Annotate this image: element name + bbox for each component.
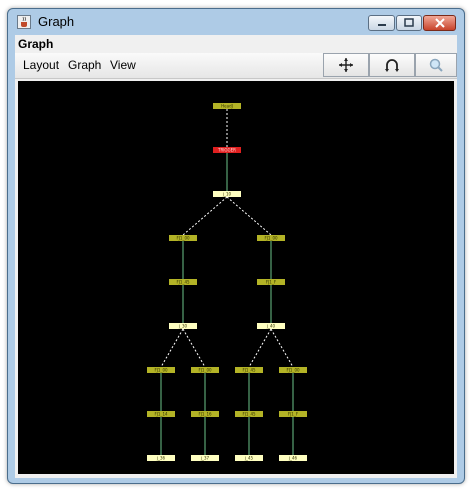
graph-node[interactable]: j_40	[257, 323, 285, 329]
graph-node[interactable]: FJ1_F	[257, 279, 285, 285]
close-button[interactable]	[423, 15, 456, 31]
menu-graph[interactable]: Graph	[68, 58, 101, 72]
graph-node-label: FJ1_F	[288, 412, 299, 417]
minimize-icon	[377, 24, 386, 26]
graph-svg: HeadJTRIGGERj_10FJ1_00 FJ1_00FJ1_45 FJ1_Fj…	[147, 103, 307, 461]
graph-node-label: FJ1_45	[176, 280, 190, 285]
minimize-button[interactable]	[368, 15, 395, 31]
graph-edge	[160, 328, 184, 368]
graph-node[interactable]: j_36	[147, 455, 175, 461]
menu-layout[interactable]: Layout	[23, 58, 59, 72]
graph-node-label: j_45	[244, 456, 254, 461]
graph-node-label: FJ1_16	[198, 412, 212, 417]
graph-node[interactable]: j_37	[191, 455, 219, 461]
graph-node-label: j_30	[178, 324, 188, 329]
graph-node-label: FJ1_00	[286, 368, 300, 373]
move-arrows-icon	[339, 58, 353, 72]
graph-edge	[226, 196, 272, 236]
menu-bar: Layout Graph View	[15, 53, 457, 79]
window-title: Graph	[38, 14, 75, 29]
graph-node-label: j_40	[266, 324, 276, 329]
java-cup-icon	[17, 15, 31, 29]
graph-node[interactable]: TRIGGER	[213, 147, 241, 153]
frame-label: Graph	[18, 37, 54, 51]
graph-node[interactable]: FJ1_14	[147, 411, 175, 417]
graph-node[interactable]: FJ1_00	[279, 367, 307, 373]
graph-node-label: HeadJ	[221, 104, 233, 109]
graph-node[interactable]: j_45	[235, 455, 263, 461]
graph-edge	[182, 196, 228, 236]
graph-edge	[270, 328, 294, 368]
graph-edge	[182, 328, 206, 368]
rotate-mode-button[interactable]	[369, 53, 415, 77]
close-icon	[434, 18, 445, 28]
zoom-mode-button[interactable]	[415, 53, 457, 77]
graph-edge	[248, 328, 272, 368]
graph-node-label: FJ1_00	[154, 368, 168, 373]
graph-node-label: FJ1_14	[154, 412, 168, 417]
graph-node[interactable]: j_10	[213, 191, 241, 197]
graph-node-label: FJ1_F	[266, 280, 277, 285]
zoom-icon	[429, 58, 443, 72]
window-client-area: Graph Layout Graph View HeadJ TRIGGER j_…	[15, 35, 457, 478]
graph-node-label: FJ1_00	[264, 236, 278, 241]
menu-view[interactable]: View	[110, 58, 136, 72]
graph-window: Graph Graph Layout Graph View HeadJ TRIG…	[7, 8, 465, 484]
rotate-icon	[385, 59, 399, 72]
graph-node-label: j_46	[288, 456, 298, 461]
graph-node[interactable]: FJ1_45	[169, 279, 197, 285]
graph-node-label: FJ1_00	[176, 236, 190, 241]
graph-node-label: j_36	[156, 456, 166, 461]
graph-node[interactable]: FJ1_00	[191, 367, 219, 373]
move-mode-button[interactable]	[323, 53, 369, 77]
graph-canvas[interactable]: HeadJ TRIGGER j_10 FJ1_00 FJ1_00 FJ1_45 FJ1_F j…	[18, 81, 454, 474]
graph-node[interactable]: FJ1_45	[235, 367, 263, 373]
graph-node[interactable]: j_46	[279, 455, 307, 461]
graph-node[interactable]: j_30	[169, 323, 197, 329]
title-bar[interactable]: Graph	[8, 9, 464, 35]
graph-node-label: j_37	[200, 456, 210, 461]
graph-node[interactable]: FJ1_16	[191, 411, 219, 417]
graph-node[interactable]: FJ1_00	[147, 367, 175, 373]
graph-node-label: FJ1_45	[242, 368, 256, 373]
graph-node[interactable]: FJ1_00	[169, 235, 197, 241]
graph-node-label: FJ1_45	[242, 412, 256, 417]
graph-node-label: j_10	[222, 192, 232, 197]
graph-node[interactable]: FJ1_F	[279, 411, 307, 417]
graph-node[interactable]: HeadJ	[213, 103, 241, 109]
graph-node[interactable]: FJ1_45	[235, 411, 263, 417]
maximize-icon	[404, 18, 414, 27]
graph-node-label: TRIGGER	[217, 148, 236, 153]
maximize-button[interactable]	[396, 15, 422, 31]
graph-node[interactable]: FJ1_00	[257, 235, 285, 241]
graph-node-label: FJ1_00	[198, 368, 212, 373]
